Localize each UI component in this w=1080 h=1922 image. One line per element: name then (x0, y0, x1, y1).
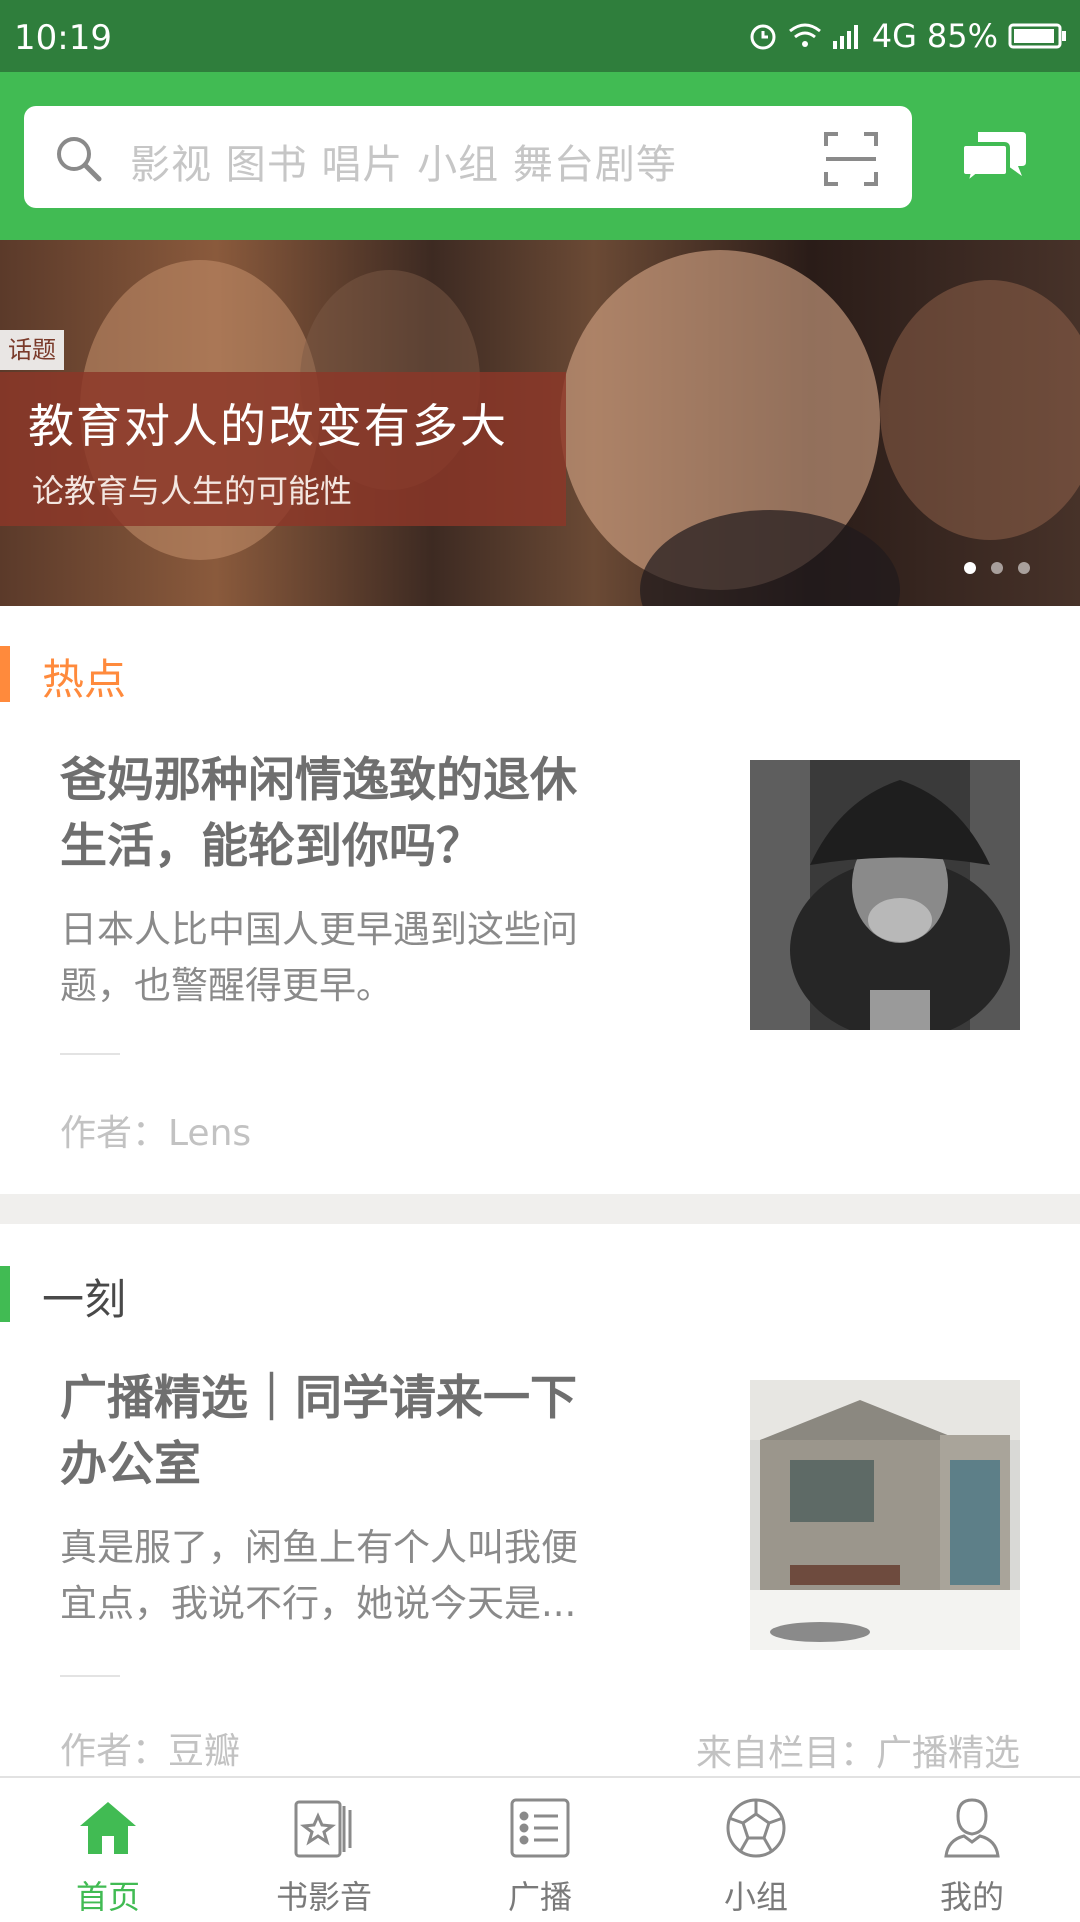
section-header-hot: 热点 (0, 642, 600, 704)
article-description-line: 日本人比中国人更早遇到这些问 (60, 908, 578, 951)
wifi-icon (788, 22, 822, 50)
ball-icon (724, 1796, 788, 1860)
tab-label: 首页 (75, 1878, 140, 1916)
signal-icon (832, 23, 862, 49)
search-bar[interactable]: 影视 图书 唱片 小组 舞台剧等 (24, 106, 912, 208)
article-author: 作者：豆瓣 (60, 1731, 241, 1772)
article-title: 爸妈那种闲情逸致的退休 生活，能轮到你吗？ (60, 748, 640, 880)
tab-label: 小组 (723, 1878, 788, 1916)
article-title-line: 爸妈那种闲情逸致的退休 (60, 753, 577, 808)
section-header-moment: 一刻 (0, 1262, 600, 1324)
tab-home[interactable]: 首页 (0, 1778, 216, 1922)
tab-label: 广播 (507, 1878, 572, 1916)
tab-label: 我的 (939, 1878, 1004, 1916)
article-source-column[interactable]: 来自栏目：广播精选 (696, 1724, 1020, 1776)
article-card[interactable]: 爸妈那种闲情逸致的退休 生活，能轮到你吗？ 日本人比中国人更早遇到这些问 题，也… (0, 740, 1080, 1190)
battery-icon (1008, 22, 1068, 50)
search-placeholder[interactable]: 影视 图书 唱片 小组 舞台剧等 (130, 132, 677, 190)
list-icon (508, 1796, 572, 1860)
banner-pager[interactable] (964, 562, 1030, 574)
section-divider (0, 1194, 1080, 1224)
banner-title: 教育对人的改变有多大 (28, 399, 508, 453)
scan-icon[interactable] (824, 132, 878, 190)
banner-tag: 话题 (0, 330, 64, 370)
article-description-line: 真是服了，闲鱼上有个人叫我便 (60, 1526, 578, 1569)
section-title: 一刻 (42, 1275, 127, 1324)
article-author: 作者：Lens (60, 1113, 252, 1154)
tab-media[interactable]: 书影音 (216, 1778, 432, 1922)
tab-broadcast[interactable]: 广播 (432, 1778, 648, 1922)
article-title-line: 广播精选｜同学请来一下 (60, 1371, 577, 1426)
tab-groups[interactable]: 小组 (648, 1778, 864, 1922)
person-icon (940, 1796, 1004, 1860)
media-star-icon (292, 1796, 356, 1860)
article-title: 广播精选｜同学请来一下 办公室 (60, 1366, 640, 1498)
bottom-tab-bar: 首页 书影音 广播 小组 我的 (0, 1776, 1080, 1922)
section-accent-bar (0, 646, 10, 702)
app-header: 影视 图书 唱片 小组 舞台剧等 (0, 72, 1080, 240)
article-card[interactable]: 广播精选｜同学请来一下 办公室 真是服了，闲鱼上有个人叫我便 宜点，我说不行，她… (0, 1362, 1080, 1774)
status-bar: 10:19 4G 85% (0, 0, 1080, 72)
network-type: 4G (871, 17, 917, 55)
search-icon (54, 134, 104, 188)
article-description: 日本人比中国人更早遇到这些问 题，也警醒得更早。 (60, 902, 620, 1014)
section-title: 热点 (42, 655, 127, 704)
status-indicators: 4G 85% (748, 14, 1068, 58)
article-description-line: 题，也警醒得更早。 (60, 964, 393, 1007)
section-accent-bar (0, 1266, 10, 1322)
card-rule (60, 1053, 120, 1055)
article-thumbnail (750, 760, 1020, 1030)
chat-bubbles-icon[interactable] (960, 128, 1030, 190)
pager-dot[interactable] (964, 562, 976, 574)
status-time: 10:19 (14, 18, 112, 58)
article-description: 真是服了，闲鱼上有个人叫我便 宜点，我说不行，她说今天是... (60, 1520, 620, 1632)
article-thumbnail (750, 1380, 1020, 1650)
featured-banner[interactable]: 话题 教育对人的改变有多大 论教育与人生的可能性 (0, 240, 1080, 606)
home-icon (76, 1796, 140, 1860)
battery-percent: 85% (926, 17, 998, 55)
article-title-line: 生活，能轮到你吗？ (60, 819, 483, 874)
pager-dot[interactable] (991, 562, 1003, 574)
article-description-line: 宜点，我说不行，她说今天是... (60, 1582, 577, 1625)
banner-subtitle: 论教育与人生的可能性 (32, 472, 353, 510)
tab-label: 书影音 (275, 1878, 372, 1916)
alarm-icon (748, 21, 778, 51)
pager-dot[interactable] (1018, 562, 1030, 574)
tab-profile[interactable]: 我的 (864, 1778, 1080, 1922)
article-title-line: 办公室 (60, 1437, 201, 1492)
card-rule (60, 1675, 120, 1677)
